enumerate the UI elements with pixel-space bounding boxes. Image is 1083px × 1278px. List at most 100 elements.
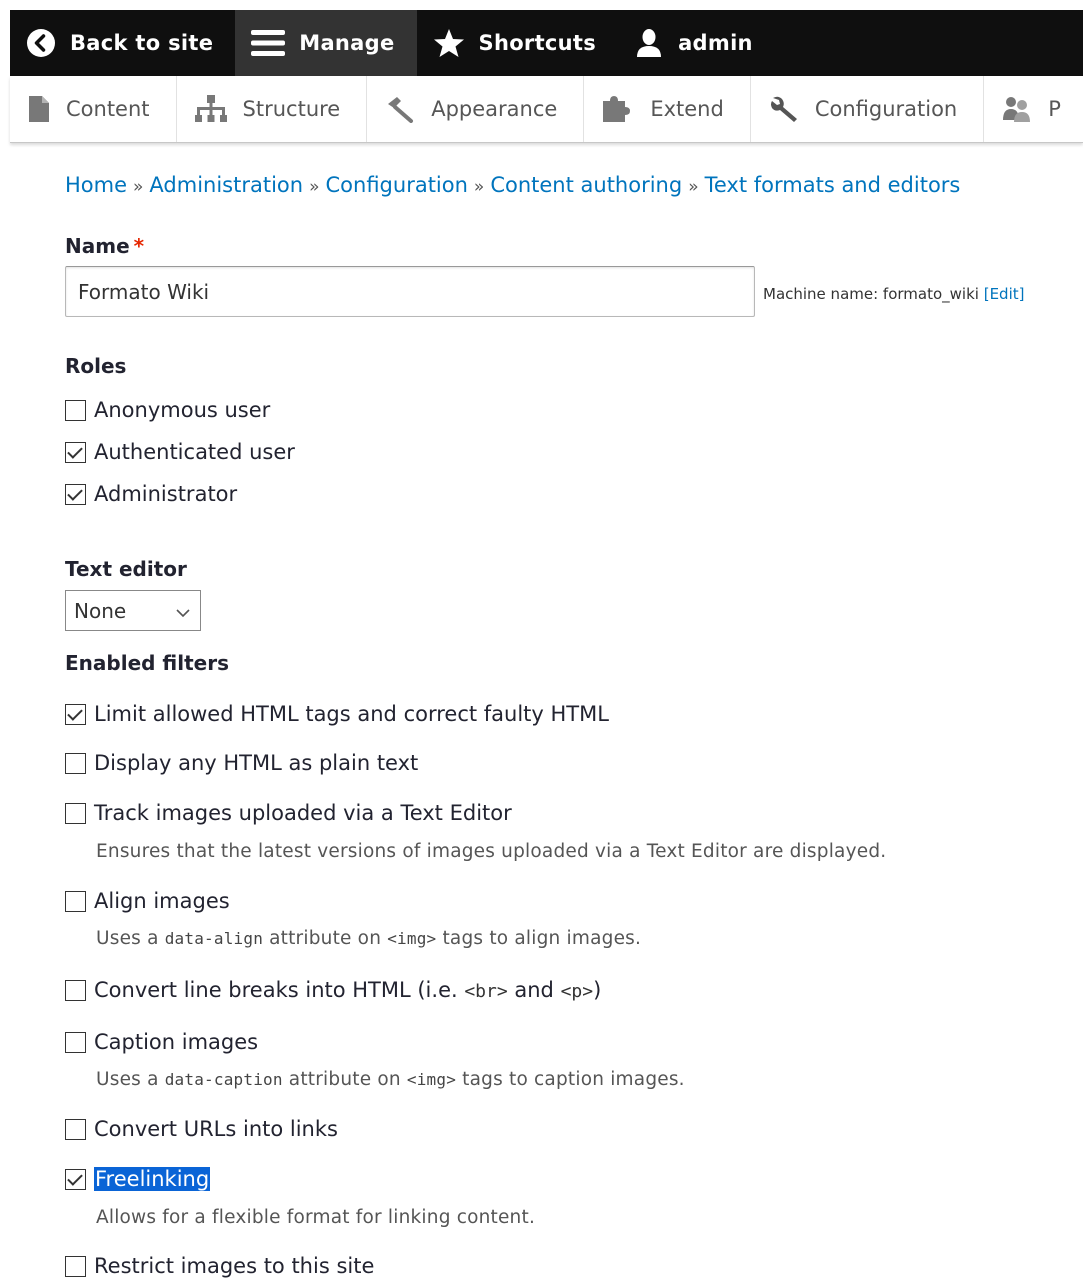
breadcrumb-content-authoring[interactable]: Content authoring bbox=[490, 173, 682, 197]
role-label: Authenticated user bbox=[94, 440, 295, 464]
filter-freelinking[interactable]: Freelinking bbox=[65, 1167, 211, 1191]
tray-item-label: Structure bbox=[242, 97, 341, 121]
tray-item-structure[interactable]: Structure bbox=[177, 76, 368, 142]
desc-text: Uses a bbox=[96, 1069, 165, 1090]
filter-plain-text[interactable]: Display any HTML as plain text bbox=[65, 751, 418, 775]
tray-item-label: P bbox=[1048, 97, 1061, 121]
breadcrumb-text-formats[interactable]: Text formats and editors bbox=[705, 173, 961, 197]
filter-convert-urls[interactable]: Convert URLs into links bbox=[65, 1117, 338, 1141]
admin-tray: Content Structure Appearance Extend Conf… bbox=[10, 76, 1083, 143]
checkbox[interactable] bbox=[65, 483, 86, 505]
user-icon bbox=[634, 28, 664, 58]
label-code: <br> bbox=[464, 981, 508, 1002]
role-anonymous[interactable]: Anonymous user bbox=[65, 398, 270, 422]
role-authenticated[interactable]: Authenticated user bbox=[65, 440, 295, 464]
checkbox[interactable] bbox=[65, 752, 86, 774]
checkbox[interactable] bbox=[65, 399, 86, 421]
people-icon bbox=[1002, 95, 1032, 123]
machine-name-edit-link[interactable]: [Edit] bbox=[984, 285, 1025, 303]
filter-caption-images[interactable]: Caption images bbox=[65, 1030, 258, 1054]
tray-item-extend[interactable]: Extend bbox=[584, 76, 751, 142]
label-text: and bbox=[507, 978, 561, 1002]
filter-label: Convert line breaks into HTML (i.e. <br>… bbox=[94, 978, 601, 1002]
roles-label: Roles bbox=[65, 354, 127, 378]
tray-item-configuration[interactable]: Configuration bbox=[751, 76, 985, 142]
filter-description: Uses a data-align attribute on <img> tag… bbox=[96, 928, 641, 949]
breadcrumb-separator: » bbox=[688, 177, 699, 197]
filter-label: Track images uploaded via a Text Editor bbox=[94, 801, 512, 825]
chevron-down-icon bbox=[176, 599, 190, 623]
filter-limit-html[interactable]: Limit allowed HTML tags and correct faul… bbox=[65, 702, 609, 726]
filter-label: Freelinking bbox=[94, 1167, 211, 1191]
breadcrumb-separator: » bbox=[473, 177, 485, 197]
manage-tab[interactable]: Manage bbox=[235, 10, 417, 76]
text-editor-value: None bbox=[74, 598, 127, 623]
star-icon bbox=[433, 28, 465, 58]
text-editor-label: Text editor bbox=[65, 557, 187, 581]
role-label: Anonymous user bbox=[94, 398, 271, 422]
tray-item-label: Appearance bbox=[431, 97, 558, 121]
filter-label: Caption images bbox=[94, 1030, 259, 1054]
filter-track-images[interactable]: Track images uploaded via a Text Editor bbox=[65, 801, 512, 825]
breadcrumb-separator: » bbox=[133, 177, 144, 197]
desc-text: tags to align images. bbox=[436, 928, 642, 949]
shortcuts-label: Shortcuts bbox=[478, 31, 597, 55]
tray-item-label: Configuration bbox=[814, 97, 958, 121]
user-label: admin bbox=[678, 31, 753, 55]
breadcrumb-home[interactable]: Home bbox=[65, 173, 127, 197]
desc-text: attribute on bbox=[282, 1069, 407, 1090]
desc-code: data-align bbox=[164, 929, 264, 948]
back-to-site-link[interactable]: Back to site bbox=[10, 10, 235, 76]
label-text: Convert line breaks into HTML (i.e. bbox=[94, 978, 465, 1002]
filter-description: Allows for a flexible format for linking… bbox=[96, 1207, 536, 1228]
name-input[interactable] bbox=[65, 266, 755, 317]
checkbox[interactable] bbox=[65, 802, 86, 824]
hamburger-icon bbox=[251, 28, 286, 58]
paint-brush-icon bbox=[385, 95, 415, 123]
desc-text: tags to caption images. bbox=[456, 1069, 685, 1090]
machine-name: Machine name: formato_wiki [Edit] bbox=[763, 285, 1024, 303]
role-administrator[interactable]: Administrator bbox=[65, 482, 237, 506]
label-text: ) bbox=[593, 978, 602, 1002]
filter-description: Ensures that the latest versions of imag… bbox=[96, 841, 887, 862]
breadcrumb-administration[interactable]: Administration bbox=[149, 173, 303, 197]
filter-label: Restrict images to this site bbox=[94, 1254, 375, 1278]
manage-label: Manage bbox=[299, 31, 395, 55]
tray-item-people[interactable]: P bbox=[984, 76, 1083, 142]
desc-code: data-caption bbox=[164, 1070, 283, 1089]
filter-label: Display any HTML as plain text bbox=[94, 751, 419, 775]
desc-text: attribute on bbox=[263, 928, 388, 949]
checkbox[interactable] bbox=[65, 1031, 86, 1053]
desc-code: <img> bbox=[406, 1070, 457, 1089]
filter-line-breaks[interactable]: Convert line breaks into HTML (i.e. <br>… bbox=[65, 978, 601, 1002]
checkbox[interactable] bbox=[65, 979, 86, 1001]
tray-item-label: Extend bbox=[650, 97, 724, 121]
user-tab[interactable]: admin bbox=[618, 10, 775, 76]
checkbox[interactable] bbox=[65, 441, 86, 463]
filter-restrict-images[interactable]: Restrict images to this site bbox=[65, 1254, 374, 1278]
filter-label: Limit allowed HTML tags and correct faul… bbox=[94, 702, 609, 726]
checkbox[interactable] bbox=[65, 890, 86, 912]
breadcrumb-separator: » bbox=[309, 177, 320, 197]
admin-toolbar: Back to site Manage Shortcuts admin bbox=[10, 10, 1083, 76]
checkbox[interactable] bbox=[65, 1255, 86, 1277]
filter-label: Convert URLs into links bbox=[94, 1117, 338, 1141]
checkbox[interactable] bbox=[65, 1168, 86, 1190]
filter-label: Align images bbox=[94, 889, 230, 913]
tray-item-content[interactable]: Content bbox=[10, 76, 177, 142]
checkbox[interactable] bbox=[65, 703, 86, 725]
text-editor-select[interactable]: None bbox=[65, 590, 201, 631]
breadcrumb-configuration[interactable]: Configuration bbox=[326, 173, 468, 197]
machine-name-text: Machine name: formato_wiki bbox=[763, 285, 979, 303]
filter-align-images[interactable]: Align images bbox=[65, 889, 230, 913]
label-code: <p> bbox=[560, 981, 594, 1002]
puzzle-icon bbox=[602, 95, 634, 123]
name-label-text: Name bbox=[65, 234, 130, 258]
tray-item-label: Content bbox=[66, 97, 150, 121]
chevron-circle-left-icon bbox=[26, 28, 56, 58]
checkbox[interactable] bbox=[65, 1118, 86, 1140]
desc-text: Uses a bbox=[96, 928, 165, 949]
role-label: Administrator bbox=[94, 482, 238, 506]
tray-item-appearance[interactable]: Appearance bbox=[367, 76, 585, 142]
shortcuts-tab[interactable]: Shortcuts bbox=[417, 10, 619, 76]
